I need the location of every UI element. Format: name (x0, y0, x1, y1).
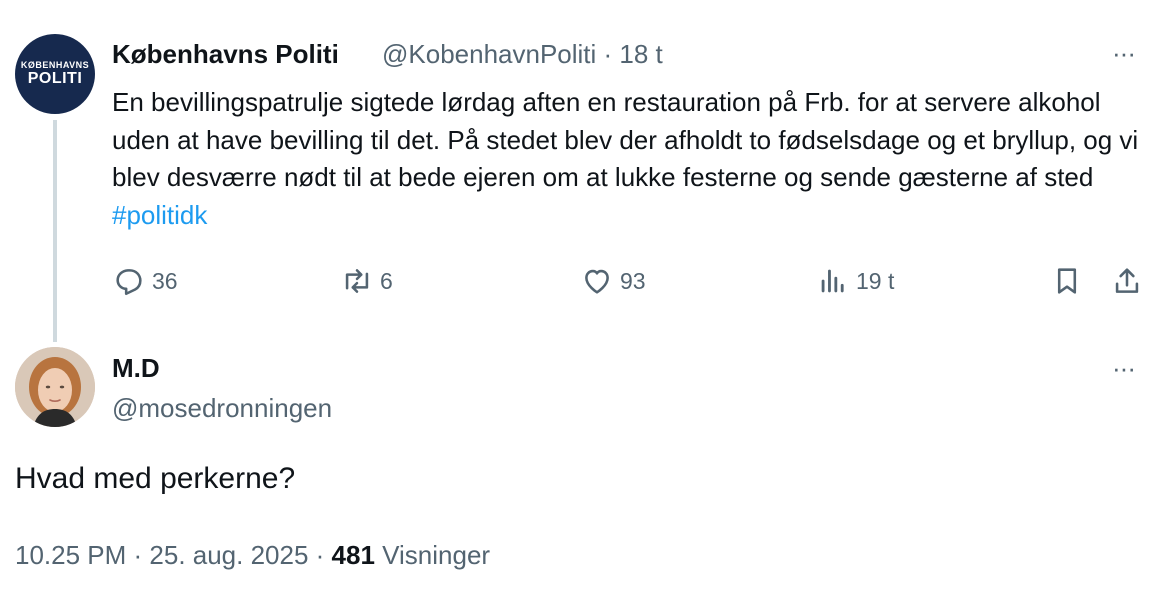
repost-icon (345, 269, 369, 293)
views-count: 19 t (856, 267, 895, 294)
tweet-body-text: En bevillingspatrulje sigtede lørdag aft… (112, 87, 1139, 192)
reply-more-icon[interactable]: ··· (1112, 353, 1136, 384)
repost-count: 6 (380, 267, 393, 294)
tweet-handle-time[interactable]: @KobenhavnPoliti · 18 t (382, 39, 663, 70)
thread-line (53, 120, 57, 342)
views-button[interactable]: 19 t (816, 264, 894, 298)
reply-timestamp[interactable]: 10.25 PM · 25. aug. 2025 · (15, 540, 332, 570)
heart-icon (585, 269, 609, 294)
reply-metadata: 10.25 PM · 25. aug. 2025 · 481 Visninger (15, 540, 490, 571)
hashtag-link[interactable]: #politidk (112, 200, 207, 230)
avatar-portrait-icon (15, 347, 95, 427)
share-icon (1115, 268, 1139, 293)
reply-count: 36 (152, 267, 178, 294)
share-button[interactable] (1110, 264, 1150, 298)
like-count: 93 (620, 267, 646, 294)
tweet-author-name[interactable]: Københavns Politi (112, 39, 339, 70)
avatar-text-big: POLITI (27, 70, 83, 87)
analytics-icon (821, 269, 844, 293)
tweet-body: En bevillingspatrulje sigtede lørdag aft… (112, 84, 1142, 234)
police-avatar[interactable]: KØBENHAVNS POLITI (15, 34, 95, 114)
reply-views-label: Visninger (374, 540, 491, 570)
bookmark-button[interactable] (1050, 264, 1090, 298)
reply-icon (116, 269, 142, 296)
tweet-more-icon[interactable]: ··· (1112, 38, 1136, 69)
repost-button[interactable]: 6 (340, 264, 393, 298)
bookmark-icon (1057, 268, 1077, 294)
reply-text: Hvad med perkerne? (15, 462, 296, 495)
user-avatar[interactable] (15, 347, 95, 427)
like-button[interactable]: 93 (580, 264, 646, 298)
reply-author-name[interactable]: M.D (112, 353, 160, 384)
avatar-text-small: KØBENHAVNS (20, 60, 90, 70)
reply-views-count: 481 (331, 540, 375, 570)
reply-handle[interactable]: @mosedronningen (112, 393, 332, 424)
reply-button[interactable]: 36 (112, 264, 178, 298)
